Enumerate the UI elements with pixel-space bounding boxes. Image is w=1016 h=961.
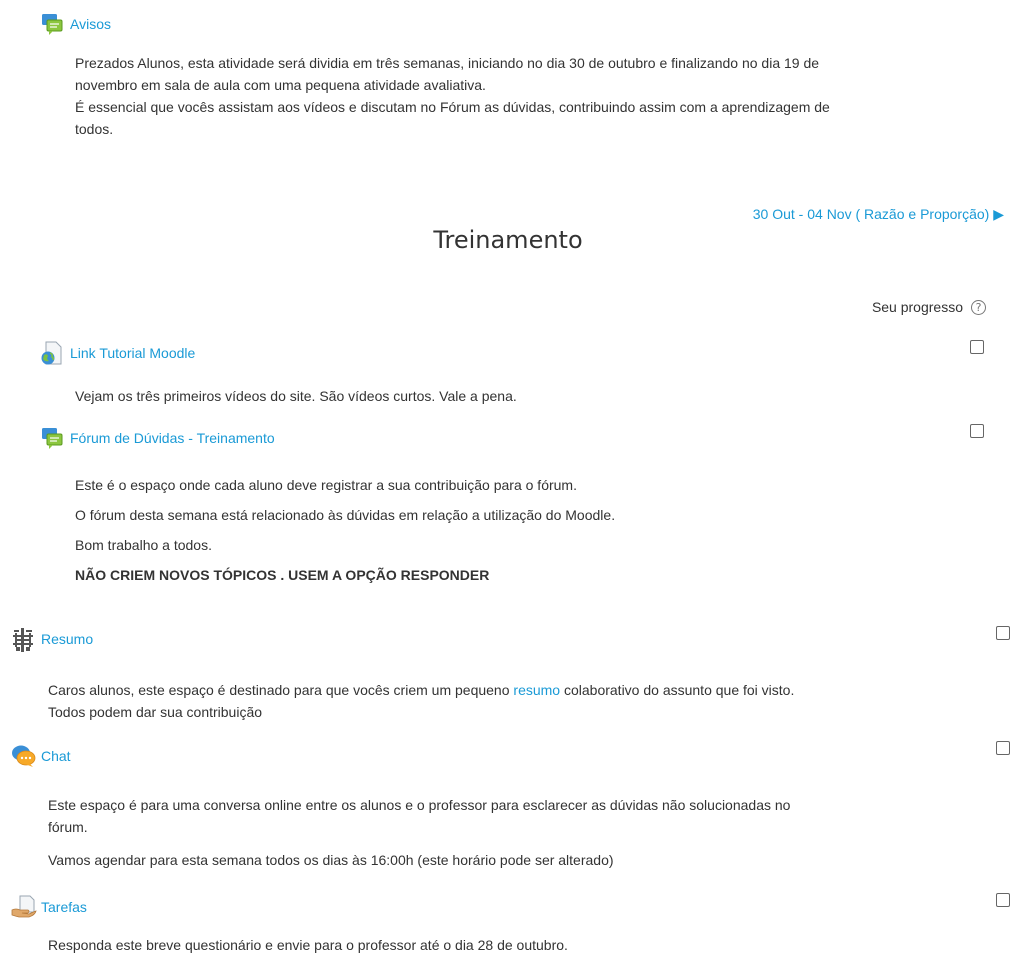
description-line: Este espaço é para uma conversa online e… xyxy=(48,797,791,813)
activity-chat: Chat xyxy=(11,744,71,768)
activity-tarefas: Tarefas xyxy=(11,895,87,919)
completion-checkbox[interactable] xyxy=(970,340,984,354)
description-line: Responda este breve questionário e envie… xyxy=(48,937,568,953)
progress-header: Seu progresso ? xyxy=(872,299,986,315)
activity-description: Vejam os três primeiros vídeos do site. … xyxy=(75,385,517,407)
next-section-link[interactable]: 30 Out - 04 Nov ( Razão e Proporção) ▶ xyxy=(753,206,1004,223)
warning-line: NÃO CRIEM NOVOS TÓPICOS . USEM A OPÇÃO R… xyxy=(75,567,490,583)
activity-description: Caros alunos, este espaço é destinado pa… xyxy=(48,679,998,723)
activity-description: Este espaço é para uma conversa online e… xyxy=(48,794,998,838)
activity-title-link[interactable]: Fórum de Dúvidas - Treinamento xyxy=(70,430,275,446)
description-line: Este é o espaço onde cada aluno deve reg… xyxy=(75,477,577,493)
description-text: colaborativo do assunto que foi visto. xyxy=(560,682,795,698)
activity-title-link[interactable]: Tarefas xyxy=(41,899,87,915)
wiki-icon xyxy=(11,627,35,652)
activity-description: Responda este breve questionário e envie… xyxy=(48,934,568,956)
activity-forum-duvidas: Fórum de Dúvidas - Treinamento xyxy=(40,426,275,450)
avisos-link[interactable]: Avisos xyxy=(70,16,111,32)
activity-title-link[interactable]: Link Tutorial Moodle xyxy=(70,345,195,361)
description-line: fórum. xyxy=(48,819,88,835)
activity-resumo: Resumo xyxy=(11,627,93,652)
forum-icon xyxy=(40,426,64,450)
progress-label: Seu progresso xyxy=(871,299,963,315)
help-icon[interactable]: ? xyxy=(971,299,986,315)
next-arrow-icon: ▶ xyxy=(993,206,1004,222)
avisos-text-line: Prezados Alunos, esta atividade será div… xyxy=(75,55,820,71)
description-line: O fórum desta semana está relacionado às… xyxy=(75,507,616,523)
activity-description-extra: Vamos agendar para esta semana todos os … xyxy=(48,849,614,871)
description-line: Caros alunos, este espaço é destinado pa… xyxy=(48,679,998,701)
activity-link-tutorial: Link Tutorial Moodle xyxy=(40,341,195,365)
description-text: Caros alunos, este espaço é destinado pa… xyxy=(48,682,514,698)
url-icon xyxy=(40,341,64,365)
completion-checkbox[interactable] xyxy=(996,893,1010,907)
completion-checkbox[interactable] xyxy=(970,424,984,438)
assignment-icon xyxy=(11,895,37,919)
next-section-label: 30 Out - 04 Nov ( Razão e Proporção) xyxy=(752,206,990,222)
forum-icon xyxy=(40,12,64,36)
activity-title-link[interactable]: Resumo xyxy=(41,631,93,647)
description-line: Todos podem dar sua contribuição xyxy=(48,704,263,720)
activity-title-link[interactable]: Chat xyxy=(41,748,71,764)
activity-description: Este é o espaço onde cada aluno deve reg… xyxy=(75,470,615,590)
resumo-inline-link[interactable]: resumo xyxy=(513,682,560,698)
avisos-text-line: todos. xyxy=(75,121,114,137)
avisos-text-line: novembro em sala de aula com uma pequena… xyxy=(75,77,486,93)
avisos-description: Prezados Alunos, esta atividade será div… xyxy=(75,52,975,140)
section-title: Treinamento xyxy=(433,226,583,254)
avisos-text-line: É essencial que vocês assistam aos vídeo… xyxy=(75,99,830,115)
description-line: Vejam os três primeiros vídeos do site. … xyxy=(75,388,517,404)
chat-icon xyxy=(11,744,36,768)
description-line: Vamos agendar para esta semana todos os … xyxy=(48,852,614,868)
completion-checkbox[interactable] xyxy=(996,741,1010,755)
description-line: Bom trabalho a todos. xyxy=(75,537,212,553)
completion-checkbox[interactable] xyxy=(996,626,1010,640)
avisos-activity: Avisos xyxy=(40,12,111,36)
